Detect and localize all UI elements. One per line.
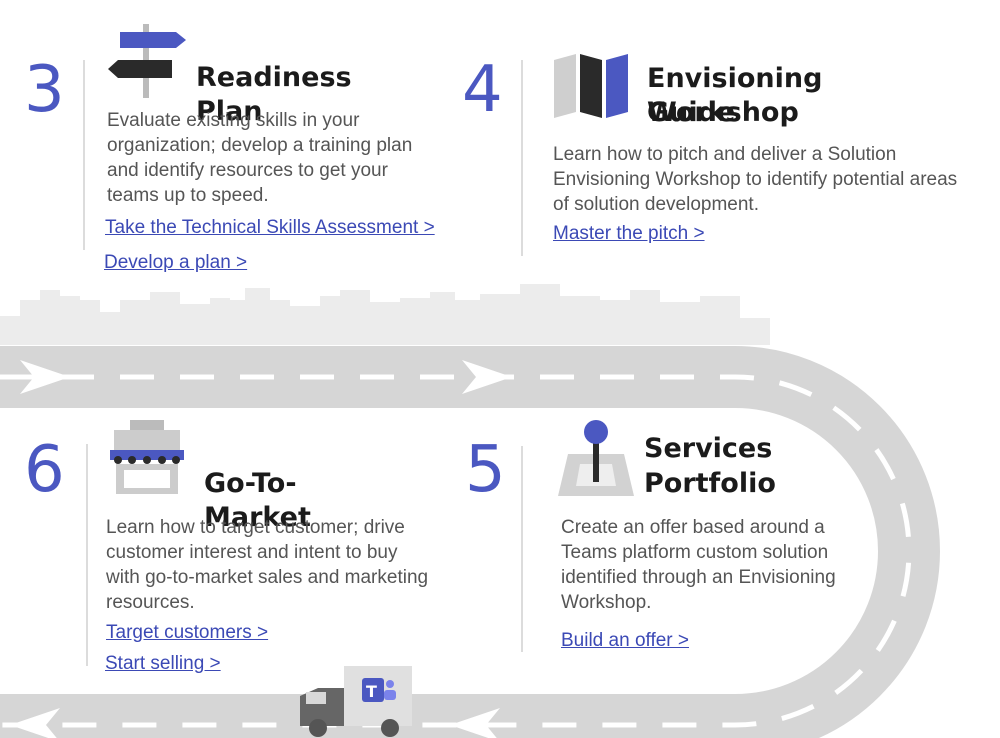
step-number: 6 xyxy=(24,433,65,507)
target-customers-link[interactable]: Target customers > xyxy=(106,621,268,645)
step-title-line2: Portfolio xyxy=(644,468,776,499)
step-title-line2: Guide xyxy=(647,97,736,128)
map-icon xyxy=(554,54,628,118)
signpost-icon xyxy=(108,24,186,98)
city-skyline xyxy=(0,284,770,345)
step-number: 3 xyxy=(24,53,65,127)
step-description: Create an offer based around a Teams pla… xyxy=(561,517,836,613)
step-description: Learn how to target customer; drive cust… xyxy=(106,517,429,613)
master-pitch-link[interactable]: Master the pitch > xyxy=(553,222,705,246)
step-description: Learn how to pitch and deliver a Solutio… xyxy=(553,144,958,215)
technical-skills-assessment-link[interactable]: Take the Technical Skills Assessment > xyxy=(105,216,435,240)
step-description: Evaluate existing skills in your organiz… xyxy=(107,110,413,206)
step-title-line1: Services xyxy=(644,433,773,464)
svg-text:T: T xyxy=(366,682,377,701)
develop-plan-link[interactable]: Develop a plan > xyxy=(104,251,247,275)
map-pin-icon xyxy=(558,420,634,496)
storefront-icon xyxy=(110,420,184,494)
start-selling-link[interactable]: Start selling > xyxy=(105,652,221,676)
build-offer-link[interactable]: Build an offer > xyxy=(561,629,689,653)
divider xyxy=(521,446,523,652)
step-number: 5 xyxy=(465,433,506,507)
divider xyxy=(521,60,523,256)
step-number: 4 xyxy=(462,53,503,127)
divider xyxy=(86,444,88,666)
divider xyxy=(83,60,85,250)
